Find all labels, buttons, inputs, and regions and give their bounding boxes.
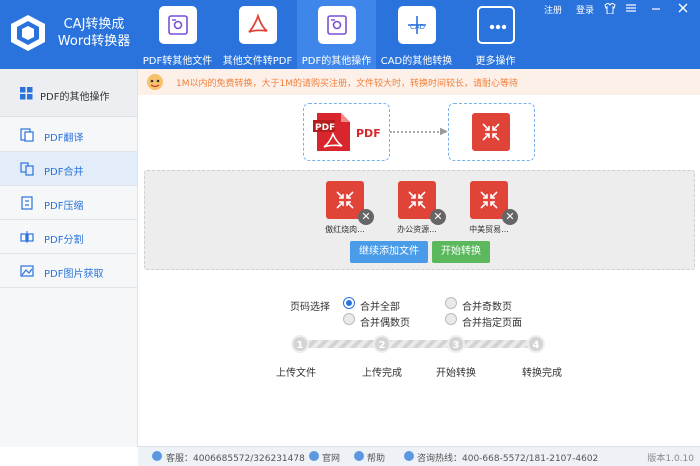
acrobat-icon xyxy=(239,6,277,44)
step-label: 转换完成 xyxy=(522,368,562,379)
mascot-icon xyxy=(147,74,163,90)
step-circle: 3 xyxy=(447,335,465,353)
menu-icon[interactable] xyxy=(624,3,638,15)
footer-bar: 客服：4006685572/326231478 官网 帮助 咨询热线：400-6… xyxy=(138,446,700,466)
tab-label: PDF的其他操作 xyxy=(301,56,372,67)
sidebar-item-pdf-image[interactable]: PDF图片获取 xyxy=(0,254,137,288)
app-title: CAJ转换成 Word转换器 xyxy=(52,16,136,50)
radio-label: 合并偶数页 xyxy=(360,318,410,329)
sidebar-item-pdf-split[interactable]: PDF分割 xyxy=(0,220,137,254)
app-title-line2: Word转换器 xyxy=(57,34,131,49)
compress-icon xyxy=(21,196,33,210)
website-icon xyxy=(309,451,319,461)
cad-icon: CAD xyxy=(398,6,436,44)
register-link[interactable]: 注册 xyxy=(544,3,562,16)
page-selection-label: 页码选择 xyxy=(290,302,330,313)
step-progress-bar xyxy=(308,340,378,348)
step-circle: 1 xyxy=(291,335,309,353)
file-card[interactable]: ✕ 办公资源... xyxy=(387,179,447,239)
pdf-file-icon: PDF xyxy=(313,113,350,151)
file-drop-area[interactable]: ✕ 傲红烧肉... ✕ 办公资源... ✕ 中美贸易... 继续添加文件 开始转… xyxy=(144,170,695,270)
notice-text: 1M以内的免费转换，大于1M的请购买注册，文件较大时，转换时间较长，请耐心等待 xyxy=(176,79,518,89)
skin-icon[interactable] xyxy=(603,2,617,15)
add-more-files-button[interactable]: 继续添加文件 xyxy=(350,241,428,263)
arrow-right-icon: ▶ xyxy=(440,126,448,137)
step-circle: 2 xyxy=(373,335,391,353)
source-format-label: PDF xyxy=(356,127,381,140)
tab-label: 更多操作 xyxy=(475,56,516,67)
svg-text:PDF: PDF xyxy=(315,123,335,133)
sidebar-item-pdf-merge[interactable]: PDF合并 xyxy=(0,152,137,186)
website-link[interactable]: 官网 xyxy=(322,451,340,464)
customer-service-text: 客服：4006685572/326231478 xyxy=(166,454,305,464)
remove-file-button[interactable]: ✕ xyxy=(358,209,374,225)
tab-label: PDF转其他文件 xyxy=(142,56,213,67)
help-icon xyxy=(354,451,364,461)
gear-doc-icon xyxy=(318,6,356,44)
flow-arrow xyxy=(390,131,446,133)
tab-cad-other[interactable]: CAD CAD的其他转换 xyxy=(377,0,456,69)
sidebar: PDF的其他操作 PDF翻译 PDF合并 PDF压缩 PDF分割 PDF图片获取 xyxy=(0,69,138,447)
step-progress-bar xyxy=(464,340,530,348)
radio-merge-odd[interactable] xyxy=(445,297,457,309)
more-dots-icon xyxy=(477,6,515,44)
compress-target-icon xyxy=(472,113,510,151)
step-progress-bar xyxy=(390,340,452,348)
sidebar-header-label: PDF的其他操作 xyxy=(40,92,110,103)
radio-merge-all[interactable] xyxy=(343,297,355,309)
minimize-icon[interactable] xyxy=(649,3,663,15)
target-format-box xyxy=(448,103,535,161)
login-link[interactable]: 登录 xyxy=(576,3,594,16)
split-icon xyxy=(20,231,34,243)
tab-other-to-pdf[interactable]: 其他文件转PDF xyxy=(218,0,297,69)
sidebar-item-label: PDF图片获取 xyxy=(44,269,104,280)
start-convert-button[interactable]: 开始转换 xyxy=(432,241,490,263)
file-card[interactable]: ✕ 傲红烧肉... xyxy=(315,179,375,239)
step-label: 开始转换 xyxy=(436,368,476,379)
hotline-text: 咨询热线：400-668-5572/181-2107-4602 xyxy=(417,454,599,464)
radio-label: 合并全部 xyxy=(360,302,400,313)
notice-bar: 1M以内的免费转换，大于1M的请购买注册，文件较大时，转换时间较长，请耐心等待 xyxy=(138,69,700,95)
file-name: 中美贸易... xyxy=(469,225,509,234)
app-logo-icon xyxy=(11,15,45,51)
svg-text:CAD: CAD xyxy=(410,23,425,31)
radio-label: 合并奇数页 xyxy=(462,302,512,313)
phone-icon xyxy=(404,451,414,461)
step-label: 上传完成 xyxy=(362,368,402,379)
top-header: CAJ转换成 Word转换器 PDF转其他文件 其他文件转PDF PDF的其他操… xyxy=(0,0,700,69)
remove-file-button[interactable]: ✕ xyxy=(502,209,518,225)
version-text: 版本1.0.10 xyxy=(647,454,694,464)
tab-more-ops[interactable]: 更多操作 xyxy=(456,0,535,69)
step-label: 上传文件 xyxy=(276,368,316,379)
radio-merge-specified[interactable] xyxy=(445,313,457,325)
step-circle: 4 xyxy=(527,335,545,353)
translate-icon xyxy=(20,128,34,142)
sidebar-item-label: PDF分割 xyxy=(44,235,84,246)
merge-icon xyxy=(20,162,34,176)
windows-grid-icon xyxy=(20,87,33,100)
radio-label: 合并指定页面 xyxy=(462,318,522,329)
sidebar-header: PDF的其他操作 xyxy=(0,69,137,117)
file-card[interactable]: ✕ 中美贸易... xyxy=(459,179,519,239)
tab-pdf-other-ops[interactable]: PDF的其他操作 xyxy=(297,0,376,69)
tab-label: CAD的其他转换 xyxy=(380,56,453,67)
close-icon[interactable] xyxy=(676,3,690,15)
help-link[interactable]: 帮助 xyxy=(367,451,385,464)
sidebar-item-pdf-compress[interactable]: PDF压缩 xyxy=(0,186,137,220)
sidebar-item-label: PDF压缩 xyxy=(44,201,84,212)
source-format-box: PDF PDF xyxy=(303,103,390,161)
sidebar-item-label: PDF合并 xyxy=(44,167,84,178)
sidebar-item-pdf-translate[interactable]: PDF翻译 xyxy=(0,118,137,152)
tab-label: 其他文件转PDF xyxy=(222,56,293,67)
remove-file-button[interactable]: ✕ xyxy=(430,209,446,225)
qq-icon xyxy=(152,451,162,461)
gear-doc-icon xyxy=(159,6,197,44)
file-name: 傲红烧肉... xyxy=(325,225,365,234)
tab-pdf-to-other[interactable]: PDF转其他文件 xyxy=(138,0,217,69)
sidebar-item-label: PDF翻译 xyxy=(44,133,84,144)
image-icon xyxy=(20,265,34,277)
app-title-line1: CAJ转换成 xyxy=(63,17,125,32)
file-name: 办公资源... xyxy=(397,225,437,234)
radio-merge-even[interactable] xyxy=(343,313,355,325)
